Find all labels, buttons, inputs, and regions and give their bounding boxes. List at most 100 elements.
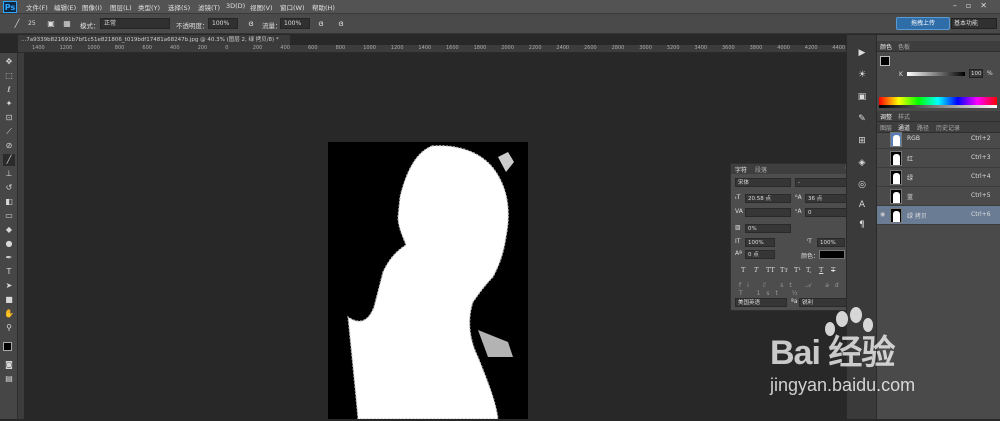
canvas-image[interactable] <box>328 142 528 420</box>
crop-tool-icon[interactable]: ⊡ <box>3 112 15 124</box>
foreground-color-swatch[interactable] <box>3 342 12 351</box>
channel-row-green[interactable]: 绿 Ctrl+4 <box>877 168 1000 187</box>
eyedropper-tool-icon[interactable]: ⟋ <box>3 126 15 138</box>
menu-layer[interactable]: 图层(L) <box>110 2 132 12</box>
paragraph-panel-icon[interactable]: ¶ <box>856 219 868 231</box>
airbrush-icon[interactable]: ɞ <box>316 19 326 29</box>
kerning-field[interactable] <box>745 208 791 217</box>
channel-row-green-copy[interactable]: ◉ 绿 拷贝 Ctrl+6 <box>877 206 1000 225</box>
brightness-icon[interactable]: ☀ <box>856 69 868 81</box>
channels-icon[interactable]: ◎ <box>856 179 868 191</box>
histogram-icon[interactable]: ▣ <box>856 91 868 103</box>
shape-tool-icon[interactable]: ■ <box>3 294 15 306</box>
brush-tool-icon[interactable]: ╱ <box>12 19 22 29</box>
k-slider[interactable] <box>907 72 965 76</box>
brush-tool-active-icon[interactable]: ╱ <box>3 154 15 166</box>
visibility-eye-icon[interactable] <box>880 135 887 143</box>
superscript-button[interactable]: T¹ <box>794 266 801 274</box>
window-controls[interactable]: –▫✕ <box>953 1 996 10</box>
workspace-select[interactable]: 基本功能 <box>951 18 997 29</box>
tab-color[interactable]: 颜色 <box>880 42 892 51</box>
text-color-swatch[interactable] <box>819 250 845 259</box>
tab-paragraph[interactable]: 段落 <box>755 165 767 174</box>
gray-ramp[interactable] <box>879 105 997 108</box>
menu-filter[interactable]: 滤镜(T) <box>198 2 220 12</box>
vertical-scale-field[interactable]: 100% <box>745 238 775 247</box>
color-spectrum-bar[interactable] <box>879 97 997 105</box>
move-tool-icon[interactable]: ✥ <box>3 56 15 68</box>
tab-styles[interactable]: 样式 <box>898 112 910 121</box>
ruler-number: 600 <box>308 45 318 51</box>
menu-view[interactable]: 视图(V) <box>250 2 273 12</box>
visibility-eye-icon[interactable] <box>880 173 887 181</box>
faux-italic-button[interactable]: T <box>754 266 758 274</box>
opentype-buttons[interactable]: fi ℰ st 𝒜 ad T 1st ½ <box>739 282 853 297</box>
tsume-field[interactable]: 0% <box>745 224 791 233</box>
font-style-select[interactable]: - <box>795 178 849 187</box>
lasso-tool-icon[interactable]: ℓ <box>3 84 15 96</box>
flow-field[interactable]: 100% <box>280 18 310 29</box>
mode-select[interactable]: 正常 <box>100 18 170 29</box>
faux-bold-button[interactable]: T <box>741 266 745 274</box>
menu-file[interactable]: 文件(F) <box>26 2 48 12</box>
path-selection-tool-icon[interactable]: ➤ <box>3 280 15 292</box>
gradient-tool-icon[interactable]: ▭ <box>3 210 15 222</box>
magic-wand-tool-icon[interactable]: ✦ <box>3 98 15 110</box>
tab-swatches[interactable]: 色板 <box>898 42 910 51</box>
layers-icon[interactable]: ◈ <box>856 157 868 169</box>
play-icon[interactable]: ▶ <box>856 47 868 59</box>
pressure-opacity-icon[interactable]: ɞ <box>246 19 256 29</box>
zoom-tool-icon[interactable]: ⚲ <box>3 322 15 334</box>
character-panel-icon[interactable]: A <box>856 199 868 211</box>
upload-button[interactable]: 拖拽上传 <box>896 17 950 30</box>
small-caps-button[interactable]: Tт <box>780 266 788 274</box>
history-brush-tool-icon[interactable]: ↺ <box>3 182 15 194</box>
blur-tool-icon[interactable]: ◆ <box>3 224 15 236</box>
font-size-field[interactable]: 20.58 点 <box>745 194 791 203</box>
menu-edit[interactable]: 编辑(E) <box>54 2 76 12</box>
visibility-eye-icon[interactable] <box>880 154 887 162</box>
tab-character[interactable]: 字符 <box>735 165 747 174</box>
all-caps-button[interactable]: TT <box>766 266 775 274</box>
toggle-brush-panel-icon[interactable]: ▦ <box>62 19 72 29</box>
quick-mask-icon[interactable]: ◙ <box>3 359 15 371</box>
brush-size[interactable]: 25 <box>28 20 36 27</box>
underline-button[interactable]: T <box>819 266 823 274</box>
channel-row-blue[interactable]: 蓝 Ctrl+5 <box>877 187 1000 206</box>
strikethrough-button[interactable]: T <box>831 266 835 274</box>
brush-panel-icon[interactable]: ▣ <box>46 19 56 29</box>
menu-select[interactable]: 选择(S) <box>168 2 190 12</box>
brush-presets-icon[interactable]: ✎ <box>856 113 868 125</box>
visibility-eye-icon[interactable] <box>880 192 887 200</box>
hand-tool-icon[interactable]: ✋ <box>3 308 15 320</box>
visibility-eye-icon[interactable]: ◉ <box>880 211 887 219</box>
clone-stamp-tool-icon[interactable]: ⊥ <box>3 168 15 180</box>
k-value-field[interactable]: 100 <box>969 69 983 78</box>
healing-brush-tool-icon[interactable]: ⊘ <box>3 140 15 152</box>
tracking-field[interactable]: 0 <box>805 208 849 217</box>
menu-help[interactable]: 帮助(H) <box>312 2 335 12</box>
baseline-field[interactable]: 0 点 <box>745 250 775 259</box>
menu-image[interactable]: 图像(I) <box>82 2 102 12</box>
tab-adjustments[interactable]: 调整 <box>880 112 892 121</box>
pressure-size-icon[interactable]: ɞ <box>336 19 346 29</box>
channel-row-rgb[interactable]: RGB Ctrl+2 <box>877 130 1000 149</box>
marquee-tool-icon[interactable]: ⬚ <box>3 70 15 82</box>
document-tab[interactable]: ...7a9339b821691b7bf1c51e821806_t019bdf1… <box>18 35 290 45</box>
adjustments-icon[interactable]: ⊞ <box>856 135 868 147</box>
font-family-select[interactable]: 宋体 <box>735 178 791 187</box>
menu-window[interactable]: 窗口(W) <box>280 2 305 12</box>
menu-type[interactable]: 类型(Y) <box>138 2 160 12</box>
screen-mode-icon[interactable]: ▤ <box>3 373 15 385</box>
pen-tool-icon[interactable]: ✒ <box>3 252 15 264</box>
menu-3d[interactable]: 3D(D) <box>226 2 245 10</box>
color-foreground-swatch[interactable] <box>880 56 890 66</box>
channel-row-red[interactable]: 红 Ctrl+3 <box>877 149 1000 168</box>
dodge-tool-icon[interactable]: ● <box>3 238 15 250</box>
eraser-tool-icon[interactable]: ◧ <box>3 196 15 208</box>
type-tool-icon[interactable]: T <box>3 266 15 278</box>
subscript-button[interactable]: T, <box>806 266 811 274</box>
horizontal-scale-field[interactable]: 100% <box>817 238 845 247</box>
leading-field[interactable]: 36 点 <box>805 194 849 203</box>
opacity-field[interactable]: 100% <box>208 18 238 29</box>
